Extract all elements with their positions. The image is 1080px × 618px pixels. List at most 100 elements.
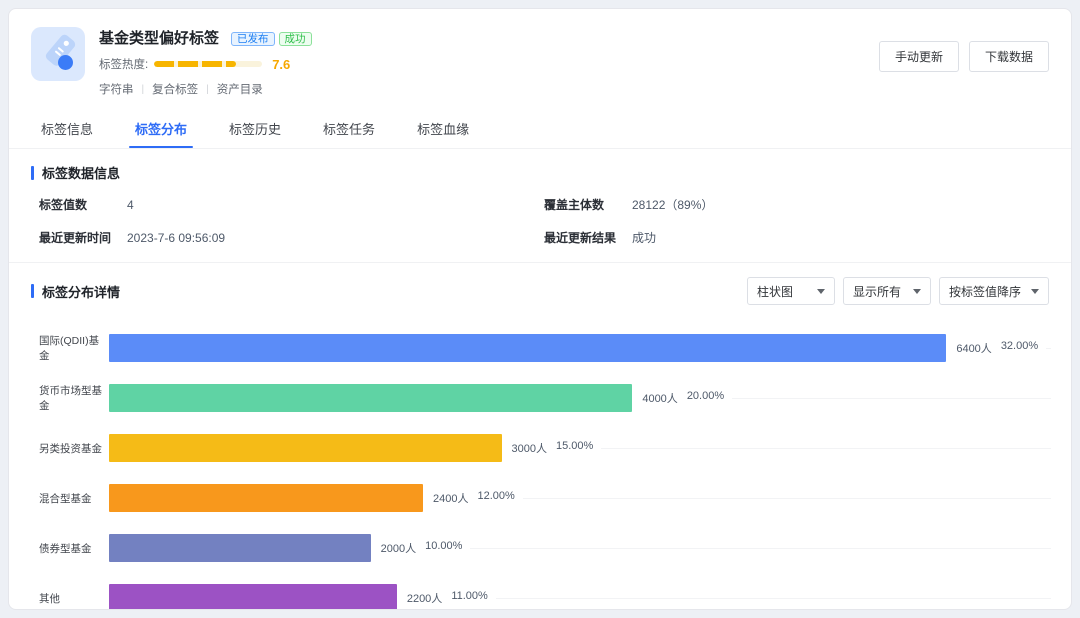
chevron-down-icon [1031, 289, 1039, 294]
tab-bar: 标签信息 标签分布 标签历史 标签任务 标签血缘 [9, 105, 1071, 149]
distribution-section-head: 标签分布详情 柱状图 显示所有 按标签值降序 [9, 263, 1071, 305]
bar-segment[interactable] [109, 534, 371, 562]
chart-row: 国际(QDII)基金 6400人 32.00% [39, 323, 1051, 373]
info-item: 标签值数4 [39, 196, 544, 213]
bar-area: 2200人 11.00% [109, 584, 1051, 610]
info-item: 最近更新时间2023-7-6 09:56:09 [39, 229, 544, 246]
bar-area: 4000人 20.00% [109, 384, 1051, 412]
chart-select-1[interactable]: 显示所有 [843, 277, 931, 305]
info-label: 覆盖主体数 [544, 196, 632, 213]
tab-标签信息[interactable]: 标签信息 [39, 115, 95, 148]
bar-category-label: 债券型基金 [39, 541, 109, 556]
bar-segment[interactable] [109, 584, 397, 610]
data-info-grid: 标签值数4覆盖主体数28122（89%）最近更新时间2023-7-6 09:56… [9, 182, 1071, 263]
info-value: 2023-7-6 09:56:09 [127, 231, 225, 245]
tag-meta-item: 字符串 [99, 81, 134, 97]
tag-meta-item: 资产目录 [217, 81, 263, 97]
status-badge-blue: 已发布 [231, 32, 275, 46]
page-title: 基金类型偏好标签 [99, 27, 219, 48]
tag-meta: 字符串 | 复合标签 | 资产目录 [99, 81, 879, 97]
row-gridline [1046, 348, 1051, 349]
tag-detail-card: 基金类型偏好标签 已发布成功 标签热度: 7.6 字符串 | 复合标签 | 资产目录 手… [8, 8, 1072, 610]
bar-count-label: 3000人 [512, 440, 547, 456]
chevron-down-icon [817, 289, 825, 294]
bar-segment[interactable] [109, 384, 632, 412]
info-label: 最近更新时间 [39, 229, 127, 246]
bar-value-label: 2000人 10.00% [381, 540, 463, 556]
row-gridline [732, 398, 1051, 399]
tab-标签分布[interactable]: 标签分布 [133, 115, 189, 148]
chart-row: 债券型基金 2000人 10.00% [39, 523, 1051, 573]
bar-value-label: 2400人 12.00% [433, 490, 515, 506]
bar-count-label: 2200人 [407, 590, 442, 606]
page-header: 基金类型偏好标签 已发布成功 标签热度: 7.6 字符串 | 复合标签 | 资产目录 手… [9, 9, 1071, 105]
meta-separator: | [206, 84, 209, 95]
info-value: 4 [127, 198, 134, 212]
bar-value-label: 2200人 11.00% [407, 590, 488, 606]
chevron-down-icon [913, 289, 921, 294]
bar-count-label: 6400人 [956, 340, 991, 356]
data-info-section-head: 标签数据信息 [9, 149, 1071, 182]
bar-chart: 国际(QDII)基金 6400人 32.00% 货币市场型基金 4000人 20.00% 另… [9, 305, 1071, 610]
info-label: 最近更新结果 [544, 229, 632, 246]
distribution-section-title: 标签分布详情 [31, 282, 120, 301]
heat-row: 标签热度: 7.6 [99, 56, 879, 72]
bar-area: 6400人 32.00% [109, 334, 1051, 362]
bar-value-label: 6400人 32.00% [956, 340, 1038, 356]
row-gridline [496, 598, 1051, 599]
bar-count-label: 2000人 [381, 540, 416, 556]
info-label: 标签值数 [39, 196, 127, 213]
bar-category-label: 货币市场型基金 [39, 383, 109, 413]
tag-meta-item: 复合标签 [152, 81, 198, 97]
info-item: 最近更新结果成功 [544, 229, 1049, 246]
chart-row: 另类投资基金 3000人 15.00% [39, 423, 1051, 473]
chart-row: 货币市场型基金 4000人 20.00% [39, 373, 1051, 423]
select-value: 显示所有 [853, 283, 901, 300]
bar-area: 2000人 10.00% [109, 534, 1051, 562]
bar-percent-label: 11.00% [451, 590, 488, 606]
select-value: 柱状图 [757, 283, 793, 300]
heat-label: 标签热度: [99, 56, 148, 72]
bar-percent-label: 20.00% [687, 390, 724, 406]
tab-标签历史[interactable]: 标签历史 [227, 115, 283, 148]
bar-category-label: 混合型基金 [39, 491, 109, 506]
bar-percent-label: 15.00% [556, 440, 593, 456]
bar-category-label: 其他 [39, 591, 109, 606]
row-gridline [523, 498, 1051, 499]
header-actions: 手动更新 下载数据 [879, 27, 1049, 72]
bar-area: 3000人 15.00% [109, 434, 1051, 462]
heat-progress-bar [154, 61, 262, 67]
data-info-section-title: 标签数据信息 [31, 163, 120, 182]
chart-option-selects: 柱状图 显示所有 按标签值降序 [747, 277, 1049, 305]
bar-percent-label: 32.00% [1001, 340, 1038, 356]
bar-category-label: 国际(QDII)基金 [39, 333, 109, 363]
bar-value-label: 4000人 20.00% [642, 390, 724, 406]
header-main: 基金类型偏好标签 已发布成功 标签热度: 7.6 字符串 | 复合标签 | 资产目录 [99, 27, 879, 97]
download-data-button[interactable]: 下载数据 [969, 41, 1049, 72]
bar-percent-label: 10.00% [425, 540, 462, 556]
bar-percent-label: 12.00% [477, 490, 514, 506]
manual-update-button[interactable]: 手动更新 [879, 41, 959, 72]
bar-segment[interactable] [109, 484, 423, 512]
tab-标签血缘[interactable]: 标签血缘 [415, 115, 471, 148]
bar-segment[interactable] [109, 434, 502, 462]
status-badges: 已发布成功 [227, 29, 312, 47]
chart-row: 混合型基金 2400人 12.00% [39, 473, 1051, 523]
bar-count-label: 2400人 [433, 490, 468, 506]
bar-area: 2400人 12.00% [109, 484, 1051, 512]
bar-count-label: 4000人 [642, 390, 677, 406]
chart-select-0[interactable]: 柱状图 [747, 277, 835, 305]
status-badge-green: 成功 [279, 32, 312, 46]
meta-separator: | [142, 84, 145, 95]
bar-segment[interactable] [109, 334, 946, 362]
row-gridline [470, 548, 1051, 549]
bar-category-label: 另类投资基金 [39, 441, 109, 456]
chart-row: 其他 2200人 11.00% [39, 573, 1051, 610]
info-value: 28122（89%） [632, 196, 713, 213]
info-item: 覆盖主体数28122（89%） [544, 196, 1049, 213]
tab-标签任务[interactable]: 标签任务 [321, 115, 377, 148]
select-value: 按标签值降序 [949, 283, 1021, 300]
heat-value: 7.6 [272, 57, 290, 72]
row-gridline [601, 448, 1051, 449]
chart-select-2[interactable]: 按标签值降序 [939, 277, 1049, 305]
